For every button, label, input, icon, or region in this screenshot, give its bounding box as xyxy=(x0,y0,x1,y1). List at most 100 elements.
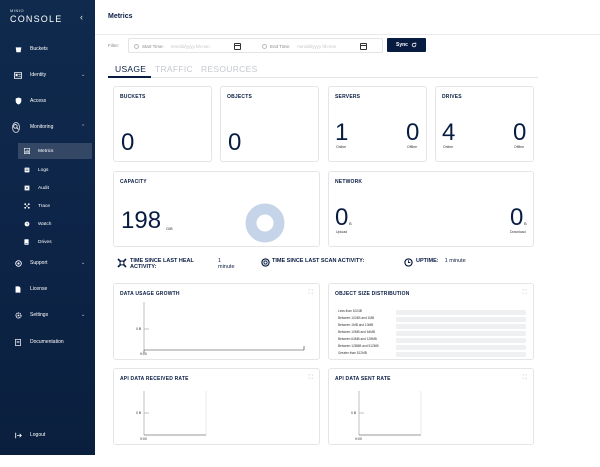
sidebar-item-documentation[interactable]: Documentation xyxy=(0,335,95,349)
object-size-row: Greater than 512MB xyxy=(338,351,528,357)
sidebar-subitem-logs[interactable]: Logs xyxy=(18,162,92,178)
metrics-icon xyxy=(23,148,30,155)
object-size-row: Less than 1024B xyxy=(338,309,528,315)
calendar-icon[interactable] xyxy=(234,43,241,50)
heal-value-unit: minute xyxy=(218,264,235,270)
filter-label: Filter: xyxy=(108,43,120,48)
card-title: OBJECT SIZE DISTRIBUTION xyxy=(335,291,410,297)
sidebar-item-buckets[interactable]: Buckets xyxy=(0,42,95,56)
expand-icon[interactable]: ⛶ xyxy=(523,290,527,297)
upload-label: Upload xyxy=(336,230,348,234)
object-size-label: Between 1024B and 1MB xyxy=(338,316,375,320)
api-received-chart xyxy=(143,391,207,436)
clock-icon xyxy=(262,44,267,49)
trace-icon xyxy=(23,203,30,210)
network-card: NETWORK 0 B Upload 0 B Download xyxy=(328,171,534,247)
heal-activity-value: 1 minute xyxy=(218,258,235,270)
end-time-label: End Time: xyxy=(270,44,291,49)
data-usage-chart xyxy=(143,302,305,353)
servers-card: SERVERS 1 Online 0 Offline xyxy=(328,86,427,162)
page-title: Metrics xyxy=(108,13,133,20)
refresh-icon xyxy=(411,42,417,48)
documentation-icon xyxy=(14,338,22,346)
y-tick-label: 0 B xyxy=(136,327,142,331)
chevron-down-icon: ⌄ xyxy=(81,72,86,78)
card-title: OBJECTS xyxy=(227,94,253,100)
sidebar-subitem-drives[interactable]: Drives xyxy=(18,234,92,250)
offline-label: Offline xyxy=(407,145,418,149)
sidebar-subitem-label: Drives xyxy=(38,239,52,245)
sidebar-subitem-metrics[interactable]: Metrics xyxy=(18,143,92,159)
upload-unit: B xyxy=(349,221,352,226)
object-size-label: Between 10MB and 64MB xyxy=(338,330,376,334)
download-unit: B xyxy=(524,221,527,226)
sidebar-item-access[interactable]: Access xyxy=(0,94,95,108)
shield-icon xyxy=(14,97,22,105)
sync-button[interactable]: Sync xyxy=(387,38,426,52)
y-tick-label: 0 B xyxy=(351,411,357,415)
objects-card: OBJECTS 0 xyxy=(220,86,319,162)
start-time-label: Start Time: xyxy=(142,44,164,49)
chevron-up-icon: ⌃ xyxy=(81,124,86,130)
brand-sup: MINIO xyxy=(10,8,25,13)
object-size-bar xyxy=(396,323,526,329)
sidebar-item-identity[interactable]: Identity ⌄ xyxy=(0,68,95,82)
tab-resources[interactable]: RESOURCES xyxy=(201,64,258,74)
object-size-label: Between 128MB and 512MB xyxy=(338,344,379,348)
sidebar: MINIO CONSOLE ‹ Buckets Identity ⌄ Acces… xyxy=(0,0,95,455)
capacity-donut-chart xyxy=(245,203,285,243)
sidebar-item-support[interactable]: Support ⌄ xyxy=(0,256,95,270)
sidebar-item-label: Support xyxy=(30,260,48,266)
support-icon xyxy=(14,259,22,267)
network-upload-value: 0 xyxy=(335,204,349,231)
sidebar-subitem-audit[interactable]: Audit xyxy=(18,180,92,196)
sidebar-item-settings[interactable]: Settings ⌄ xyxy=(0,308,95,322)
sidebar-subitem-trace[interactable]: Trace xyxy=(18,198,92,214)
heal-label-cont: ACTIVITY: xyxy=(130,264,157,270)
drives-card: DRIVES 4 Online 0 Offline xyxy=(435,86,534,162)
calendar-icon[interactable] xyxy=(360,43,367,50)
sidebar-item-label: Access xyxy=(30,98,47,104)
clock-icon xyxy=(404,258,413,267)
servers-offline-count: 0 xyxy=(406,119,420,146)
object-size-bar xyxy=(396,344,526,350)
object-size-label: Between 1MB and 10MB xyxy=(338,323,374,327)
start-time-input[interactable]: mm/dd/yyyy hh:mm xyxy=(171,44,210,49)
capacity-unit: GiB xyxy=(166,226,173,231)
object-size-bar xyxy=(396,351,526,357)
buckets-count: 0 xyxy=(121,129,135,156)
chevron-down-icon: ⌄ xyxy=(81,312,86,318)
collapse-sidebar-icon[interactable]: ‹ xyxy=(80,12,83,22)
capacity-card: CAPACITY 198 GiB xyxy=(113,171,320,247)
capacity-value: 198 xyxy=(121,207,162,234)
data-usage-growth-card: DATA USAGE GROWTH ⛶ 0 B 9:00 xyxy=(113,283,320,360)
main-content: Metrics Filter: Start Time: mm/dd/yyyy h… xyxy=(95,0,600,455)
brand-logo: MINIO CONSOLE xyxy=(10,8,62,24)
sidebar-item-logout[interactable]: Logout xyxy=(0,428,95,442)
sidebar-subitem-watch[interactable]: Watch xyxy=(18,216,92,232)
monitoring-search-icon xyxy=(12,121,20,133)
sidebar-subitem-label: Trace xyxy=(38,203,51,209)
tab-usage[interactable]: USAGE xyxy=(115,64,146,74)
uptime-value: 1 minute xyxy=(444,258,466,264)
tab-traffic[interactable]: TRAFFIC xyxy=(155,64,193,74)
object-size-label: Greater than 512MB xyxy=(338,351,367,355)
sync-button-label: Sync xyxy=(396,42,408,48)
end-time-input[interactable]: mm/dd/yyyy hh:mm xyxy=(297,44,336,49)
sidebar-item-label: Identity xyxy=(30,72,47,78)
sidebar-item-label: Monitoring xyxy=(30,124,54,130)
sidebar-subitem-label: Audit xyxy=(38,185,49,191)
api-data-sent-rate-card: API DATA SENT RATE ⛶ 0 B 9:00 xyxy=(328,368,534,445)
sidebar-item-monitoring[interactable]: Monitoring ⌃ xyxy=(0,120,95,134)
uptime-label: UPTIME: xyxy=(416,258,439,264)
card-title: DRIVES xyxy=(442,94,462,100)
object-size-row: Between 1MB and 10MB xyxy=(338,323,528,329)
servers-online-count: 1 xyxy=(335,119,349,146)
bottom-strip xyxy=(0,455,600,467)
sidebar-item-license[interactable]: License xyxy=(0,282,95,296)
x-tick-label: 9:00 xyxy=(355,437,362,441)
y-tick-label: 0 B xyxy=(136,411,142,415)
online-label: Online xyxy=(336,145,347,149)
drive-icon xyxy=(23,239,30,246)
heal-activity-stat: TIME SINCE LAST HEAL ACTIVITY: xyxy=(117,258,194,270)
